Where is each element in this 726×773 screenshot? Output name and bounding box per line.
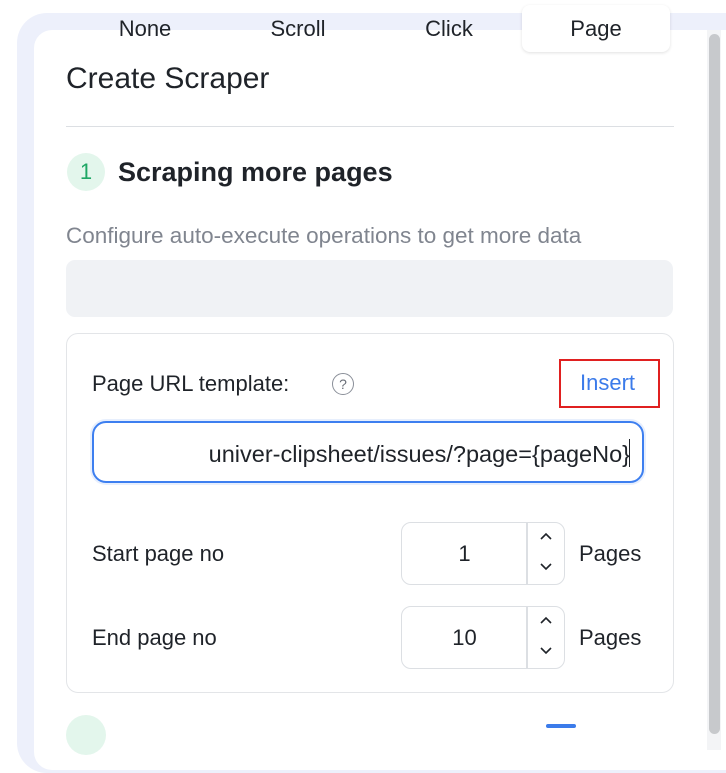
insert-button[interactable]: Insert	[559, 359, 656, 404]
chevron-up-icon[interactable]	[528, 523, 564, 553]
mode-option-scroll[interactable]: Scroll	[226, 5, 370, 52]
end-page-value[interactable]: 10	[402, 607, 527, 668]
next-step-link[interactable]	[546, 724, 576, 728]
scrollbar-thumb[interactable]	[709, 34, 720, 734]
start-page-label: Start page no	[92, 541, 225, 566]
mode-option-none[interactable]: None	[74, 5, 216, 52]
mode-option-page[interactable]: Page	[522, 5, 670, 52]
dialog-title: Create Scraper	[66, 62, 270, 95]
end-pages-unit: Pages	[579, 625, 642, 650]
start-pages-unit: Pages	[579, 541, 642, 566]
step-title: Scraping more pages	[118, 157, 393, 187]
start-page-stepper[interactable]: 1	[401, 522, 565, 585]
step-number-badge: 1	[67, 153, 105, 191]
start-page-value[interactable]: 1	[402, 523, 527, 584]
end-page-label: End page no	[92, 625, 217, 650]
mode-option-click[interactable]: Click	[378, 5, 520, 52]
text-caret	[628, 439, 630, 467]
chevron-up-icon[interactable]	[528, 607, 564, 637]
step-description: Configure auto-execute operations to get…	[66, 223, 582, 248]
title-divider	[66, 126, 674, 127]
question-circle-icon[interactable]: ?	[332, 373, 354, 395]
mode-segmented-control	[66, 260, 673, 317]
url-template-value: univer-clipsheet/issues/?page={pageNo}	[208, 441, 630, 467]
url-template-input[interactable]: univer-clipsheet/issues/?page={pageNo}	[92, 421, 644, 483]
end-page-stepper[interactable]: 10	[401, 606, 565, 669]
next-step-badge	[66, 715, 106, 755]
url-template-label: Page URL template:	[92, 371, 290, 396]
chevron-down-icon[interactable]	[528, 554, 564, 584]
chevron-down-icon[interactable]	[528, 638, 564, 668]
